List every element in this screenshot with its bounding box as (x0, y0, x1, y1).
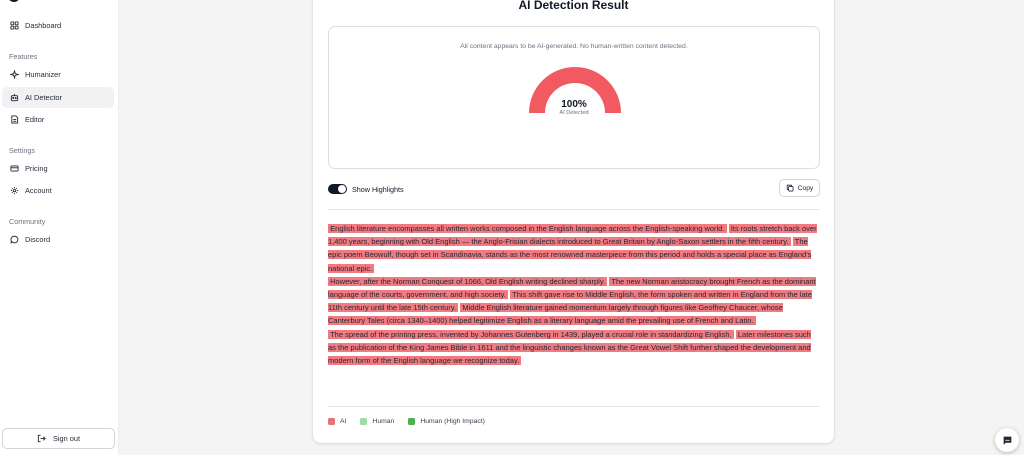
result-message: All content appears to be AI-generated. … (460, 43, 688, 50)
section-label-features: Features (9, 52, 38, 61)
legend-swatch-human-high (408, 418, 416, 425)
sidebar-item-humanizer[interactable]: Humanizer (2, 64, 114, 85)
sign-out-button[interactable]: Sign out (2, 428, 115, 449)
ai-highlighted-sentence: The spread of the printing press, invent… (328, 329, 734, 339)
divider-top (328, 209, 820, 210)
legend-item-human: Human (360, 418, 394, 425)
legend-label-ai: AI (340, 418, 347, 425)
show-highlights-label: Show Highlights (352, 184, 404, 194)
copy-icon (786, 184, 794, 192)
sidebar-item-label: Pricing (25, 164, 48, 173)
grid-icon (10, 21, 19, 30)
sign-out-label: Sign out (52, 434, 81, 443)
legend-item-human-high: Human (High Impact) (408, 418, 485, 425)
page-title: AI Detection Result (518, 0, 629, 12)
document-icon (11, 115, 19, 124)
show-highlights-toggle[interactable] (328, 184, 347, 194)
robot-icon (10, 93, 19, 102)
detection-result-card: AI Detection Result All content appears … (313, 0, 834, 443)
gauge-label: AI Detected (559, 110, 589, 116)
sidebar-item-label: Editor (25, 115, 45, 124)
sparkle-icon (10, 70, 19, 79)
section-label-settings: Settings (9, 146, 35, 155)
text-paragraph: However, after the Norman Conquest of 10… (328, 275, 820, 328)
show-highlights-row: Show Highlights (328, 183, 404, 195)
sidebar-item-ai-detector[interactable]: AI Detector (2, 87, 114, 108)
copy-label: Copy (797, 184, 814, 192)
logo[interactable] (9, 0, 19, 2)
sidebar-item-label: Discord (25, 235, 51, 244)
sidebar-item-pricing[interactable]: Pricing (2, 158, 114, 179)
credit-card-icon (10, 165, 19, 172)
legend-swatch-human (360, 418, 368, 425)
sidebar-item-editor[interactable]: Editor (2, 109, 114, 130)
ai-highlighted-sentence: However, after the Norman Conquest of 10… (328, 276, 608, 286)
gear-icon (10, 186, 19, 195)
message-icon (1003, 436, 1011, 445)
sidebar-item-account[interactable]: Account (2, 180, 114, 201)
legend-item-ai: AI (328, 418, 346, 425)
legend-label-human: Human (372, 418, 395, 425)
copy-button[interactable]: Copy (779, 179, 820, 197)
ai-highlighted-sentence: English literature encompasses all writt… (328, 224, 727, 233)
sidebar-item-label: Dashboard (25, 21, 62, 30)
text-paragraph: The spread of the printing press, invent… (328, 328, 820, 368)
chat-bubble-icon (10, 235, 19, 244)
legend-label-human-high: Human (High Impact) (420, 418, 485, 425)
analyzed-text: English literature encompasses all writt… (328, 222, 820, 367)
gauge-percent: 100% (561, 99, 587, 110)
text-paragraph: English literature encompasses all writt… (328, 222, 820, 275)
sidebar-item-label: Humanizer (25, 70, 61, 79)
result-summary-box: All content appears to be AI-generated. … (328, 26, 820, 169)
divider-bottom (328, 406, 820, 407)
sidebar: Dashboard Features Humanizer AI Detector… (0, 0, 119, 455)
sidebar-item-dashboard[interactable]: Dashboard (2, 15, 114, 36)
support-chat-button[interactable] (995, 428, 1019, 452)
sidebar-item-discord[interactable]: Discord (2, 229, 114, 250)
legend-swatch-ai (328, 418, 335, 425)
logout-icon (37, 434, 46, 443)
sidebar-item-label: Account (25, 186, 52, 195)
highlight-legend: AI Human Human (High Impact) (328, 418, 499, 425)
section-label-community: Community (9, 217, 46, 226)
sidebar-item-label: AI Detector (25, 93, 62, 102)
